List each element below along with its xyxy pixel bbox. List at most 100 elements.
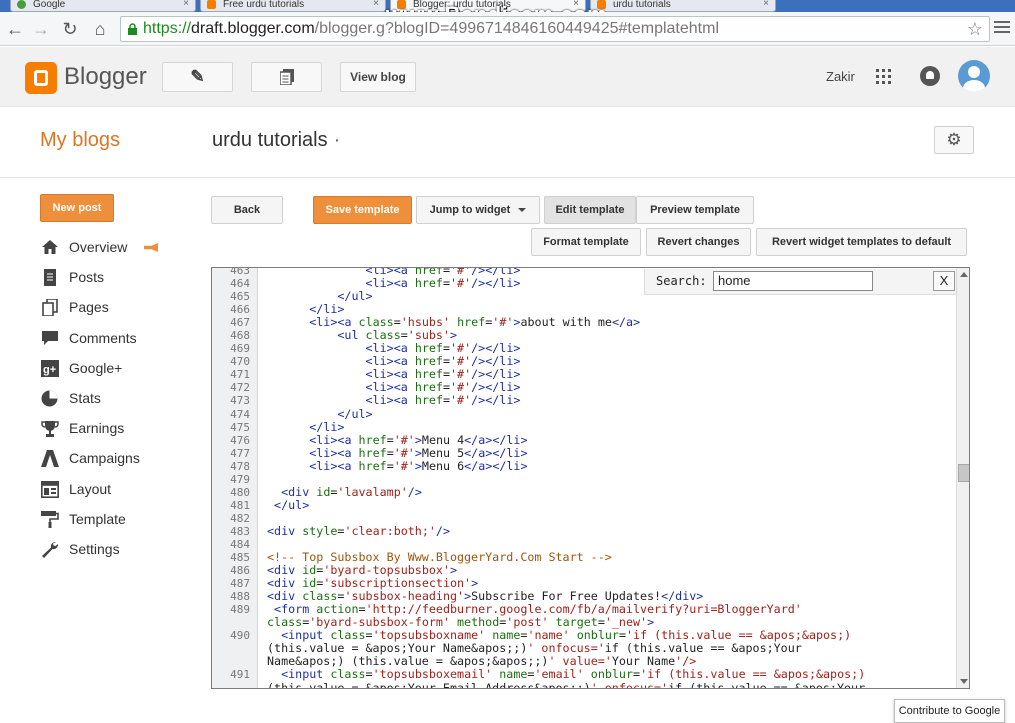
home-icon[interactable]: ⌂: [88, 17, 112, 41]
contribute-to-google-button[interactable]: Contribute to Google: [894, 699, 1005, 723]
back-arrow-icon[interactable]: ←: [3, 17, 27, 41]
sidebar-item-label: Comments: [69, 329, 137, 346]
scroll-down-arrow-icon[interactable]: [960, 679, 968, 684]
sidebar-item-google-plus[interactable]: g+ Google+: [40, 357, 190, 387]
settings-gear-button[interactable]: ⚙: [934, 126, 974, 154]
reload-icon[interactable]: ↻: [58, 17, 82, 41]
home-icon: [40, 239, 59, 256]
code-line[interactable]: 478 <li><a href='#'>Menu 6</a></li>: [212, 459, 957, 473]
code-line[interactable]: 473 <li><a href='#'/></li>: [212, 394, 957, 408]
browser-menu-icon[interactable]: [994, 21, 1010, 37]
browser-tab-google[interactable]: Google ×: [10, 0, 196, 12]
trophy-icon: [40, 420, 59, 438]
app-name[interactable]: Blogger: [64, 63, 147, 91]
svg-text:g+: g+: [43, 364, 56, 376]
scrollbar-thumb[interactable]: [958, 464, 969, 482]
code-text[interactable]: <li><a href='#'/></li>: [267, 394, 521, 407]
line-number: 472: [230, 381, 250, 395]
posts-list-button[interactable]: [251, 62, 322, 92]
line-number: 469: [230, 342, 250, 356]
search-label: Search:: [656, 274, 707, 288]
notifications-bell-icon[interactable]: [920, 66, 940, 86]
line-number: 488: [230, 590, 250, 604]
close-search-button[interactable]: X: [933, 271, 955, 291]
line-number: 476: [230, 433, 250, 447]
line-number: 479: [230, 472, 250, 486]
view-blog-button[interactable]: View blog: [340, 62, 416, 92]
close-tab-icon[interactable]: ×: [183, 0, 189, 9]
sidebar-item-campaigns[interactable]: Campaigns: [40, 447, 190, 477]
code-text[interactable]: <form action='http://feedburner.google.c…: [267, 603, 802, 629]
code-text[interactable]: <input class='topsubsboxemail' name='ema…: [267, 668, 865, 688]
line-number: 465: [230, 290, 250, 304]
code-line[interactable]: 489 <form action='http://feedburner.goog…: [212, 603, 957, 629]
new-post-pencil-button[interactable]: ✎: [162, 62, 233, 92]
line-number: 491: [230, 668, 250, 682]
tab-label: Free urdu tutorials: [223, 0, 305, 10]
edit-template-button[interactable]: Edit template: [544, 196, 636, 224]
back-button[interactable]: Back: [211, 196, 283, 224]
line-number: 490: [230, 629, 250, 643]
search-input[interactable]: home: [713, 271, 873, 291]
layout-icon: [40, 480, 59, 498]
sidebar-item-label: Overview: [69, 239, 128, 255]
revert-widget-templates-button[interactable]: Revert widget templates to default: [756, 228, 967, 256]
my-blogs-link[interactable]: My blogs: [40, 129, 120, 152]
sidebar-item-posts[interactable]: Posts: [40, 266, 190, 296]
google-plus-icon: g+: [40, 359, 59, 377]
sidebar-item-earnings[interactable]: Earnings: [40, 417, 190, 447]
sidebar-item-layout[interactable]: Layout: [40, 478, 190, 508]
close-tab-icon[interactable]: ×: [763, 0, 769, 9]
sidebar-item-label: Settings: [69, 540, 120, 557]
close-tab-icon[interactable]: ×: [373, 0, 379, 9]
code-line[interactable]: 490 <input class='topsubsboxname' name='…: [212, 629, 957, 668]
blog-title-selector[interactable]: urdu tutorials ·: [212, 129, 340, 152]
browser-tab-free-urdu[interactable]: Free urdu tutorials ×: [200, 0, 386, 12]
code-line[interactable]: 480 <div id='lavalamp'/>: [212, 485, 957, 499]
address-bar[interactable]: https://draft.blogger.com/blogger.g?blog…: [120, 16, 990, 42]
pencil-icon: ✎: [190, 67, 205, 86]
sidebar-item-pages[interactable]: Pages: [40, 296, 190, 326]
line-number: 463: [230, 267, 250, 277]
line-number: 474: [230, 407, 250, 421]
code-text[interactable]: <input class='topsubsboxname' name='name…: [267, 629, 851, 668]
preview-template-button[interactable]: Preview template: [636, 196, 754, 224]
sidebar-item-label: Layout: [69, 480, 112, 497]
browser-tab-urdu-tutorials[interactable]: urdu tutorials ×: [590, 0, 776, 12]
user-name[interactable]: Zakir: [826, 69, 855, 84]
code-text[interactable]: <div style='clear:both;'/>: [267, 524, 450, 538]
code-line[interactable]: 491 <input class='topsubsboxemail' name=…: [212, 668, 957, 688]
campaigns-icon: [40, 450, 59, 468]
code-line[interactable]: 483 <div style='clear:both;'/>: [212, 524, 957, 538]
sidebar-nav: Overview Posts Pages Comments g+ Google+…: [40, 236, 190, 568]
blogger-logo-icon[interactable]: [25, 62, 57, 94]
code-line[interactable]: 481 </ul>: [212, 498, 957, 512]
sidebar-item-label: Posts: [69, 269, 105, 286]
code-text[interactable]: <li><a href='#'>Menu 6</a></li>: [267, 459, 527, 473]
sidebar-item-settings[interactable]: Settings: [40, 538, 190, 568]
jump-to-widget-label: Jump to widget: [429, 204, 511, 216]
line-number: 484: [230, 537, 250, 551]
save-template-button[interactable]: Save template: [313, 196, 412, 224]
gear-icon: ⚙: [946, 130, 962, 149]
avatar[interactable]: [958, 60, 990, 92]
forward-arrow-icon[interactable]: →: [29, 17, 53, 41]
line-number: 486: [230, 564, 250, 578]
scroll-up-arrow-icon[interactable]: [960, 272, 968, 277]
sidebar-item-comments[interactable]: Comments: [40, 327, 190, 357]
apps-grid-icon[interactable]: [876, 69, 891, 84]
format-template-button[interactable]: Format template: [531, 228, 641, 256]
jump-to-widget-dropdown[interactable]: Jump to widget: [416, 196, 540, 224]
sidebar-item-template[interactable]: Template: [40, 508, 190, 538]
sidebar-item-overview[interactable]: Overview: [40, 236, 190, 266]
line-number: 475: [230, 420, 250, 434]
revert-changes-button[interactable]: Revert changes: [646, 228, 751, 256]
template-code-editor[interactable]: 463 <li><a href='#'/></li> 464 <li><a hre…: [211, 267, 970, 689]
browser-tab-strip: Google × Free urdu tutorials × Blogger: …: [0, 0, 1015, 27]
new-post-button[interactable]: New post: [40, 194, 114, 222]
code-text[interactable]: </ul>: [267, 498, 309, 512]
line-number: 481: [230, 498, 250, 512]
sidebar-item-stats[interactable]: Stats: [40, 387, 190, 417]
editor-scrollbar[interactable]: [956, 268, 969, 688]
bookmark-star-icon[interactable]: ☆: [967, 17, 983, 41]
